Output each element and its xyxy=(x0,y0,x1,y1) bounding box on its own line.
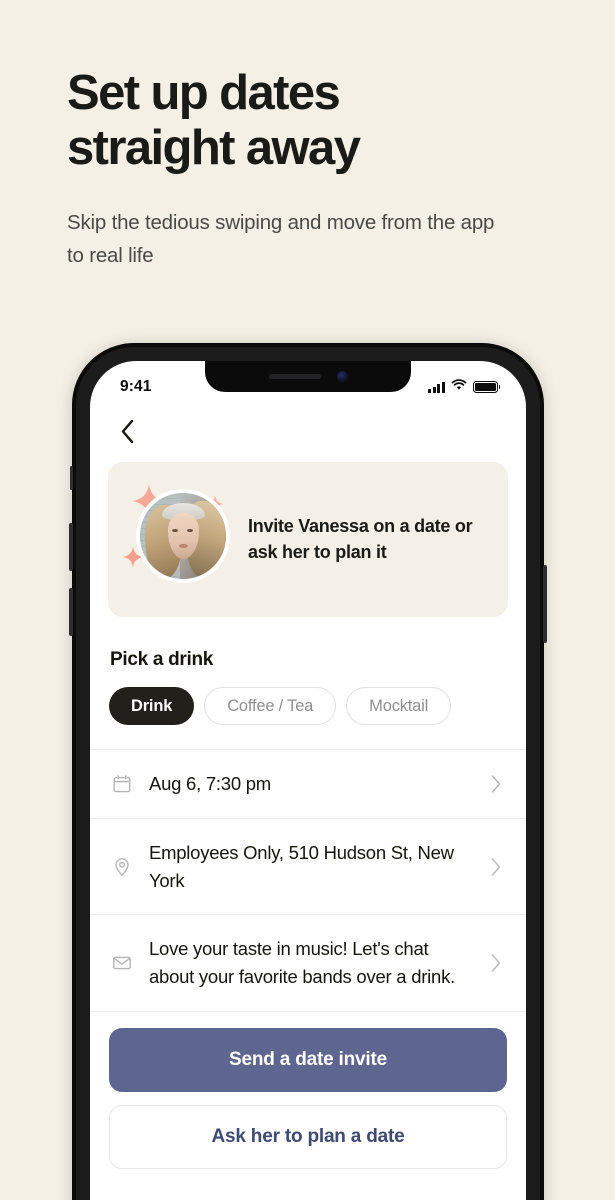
action-buttons: Send a date invite Ask her to plan a dat… xyxy=(90,1012,526,1169)
volume-up-button[interactable] xyxy=(69,523,73,571)
invite-card-text: Invite Vanessa on a date or ask her to p… xyxy=(248,515,473,562)
location-pin-icon xyxy=(111,857,133,877)
power-button[interactable] xyxy=(543,565,547,643)
invite-card: Invite Vanessa on a date or ask her to p… xyxy=(108,462,508,617)
status-bar-time: 9:41 xyxy=(120,378,152,395)
date-time-row[interactable]: Aug 6, 7:30 pm xyxy=(90,749,526,818)
message-row[interactable]: Love your taste in music! Let's chat abo… xyxy=(90,914,526,1012)
page-subtitle: Skip the tedious swiping and move from t… xyxy=(67,210,495,267)
battery-icon xyxy=(473,381,501,393)
chevron-right-icon xyxy=(490,857,506,877)
silent-switch-button[interactable] xyxy=(70,466,73,490)
front-camera-icon xyxy=(336,371,348,382)
envelope-icon xyxy=(111,953,133,973)
send-date-invite-button[interactable]: Send a date invite xyxy=(109,1027,507,1092)
chip-coffee-tea[interactable]: Coffee / Tea xyxy=(204,687,337,725)
chevron-right-icon xyxy=(490,953,506,973)
phone-screen: 9:41 Invite Vanessa on a date or ask her… xyxy=(90,361,526,1200)
chip-mocktail[interactable]: Mocktail xyxy=(346,687,452,725)
app-content: Invite Vanessa on a date or ask her to p… xyxy=(90,407,526,1200)
status-bar-icons xyxy=(428,378,501,396)
chip-drink[interactable]: Drink xyxy=(109,687,195,725)
earpiece-speaker-icon xyxy=(268,374,321,379)
device-notch xyxy=(205,361,411,392)
avatar-with-sparkles xyxy=(122,482,238,598)
chevron-right-icon xyxy=(490,774,506,794)
app-navbar xyxy=(90,407,526,455)
phone-mockup: 9:41 Invite Vanessa on a date or ask her… xyxy=(69,343,547,1200)
venue-row[interactable]: Employees Only, 510 Hudson St, New York xyxy=(90,817,526,915)
ask-her-to-plan-button[interactable]: Ask her to plan a date xyxy=(109,1104,507,1169)
drink-chip-group: Drink Coffee / Tea Mocktail xyxy=(90,671,526,725)
page-title: Set up dates straight away xyxy=(67,66,361,175)
section-title-pick-a-drink: Pick a drink xyxy=(110,649,214,670)
message-value: Love your taste in music! Let's chat abo… xyxy=(149,938,455,987)
calendar-icon xyxy=(111,774,133,794)
date-time-value: Aug 6, 7:30 pm xyxy=(149,773,271,794)
wifi-icon xyxy=(451,378,467,396)
date-detail-list: Aug 6, 7:30 pm Employees Only, 510 Hudso… xyxy=(90,749,526,1012)
volume-down-button[interactable] xyxy=(69,588,73,636)
chevron-left-icon[interactable] xyxy=(110,414,144,448)
avatar xyxy=(136,488,230,583)
cellular-signal-icon xyxy=(428,381,445,393)
venue-value: Employees Only, 510 Hudson St, New York xyxy=(149,841,454,891)
promo-header: Set up dates straight away Skip the tedi… xyxy=(67,66,567,272)
